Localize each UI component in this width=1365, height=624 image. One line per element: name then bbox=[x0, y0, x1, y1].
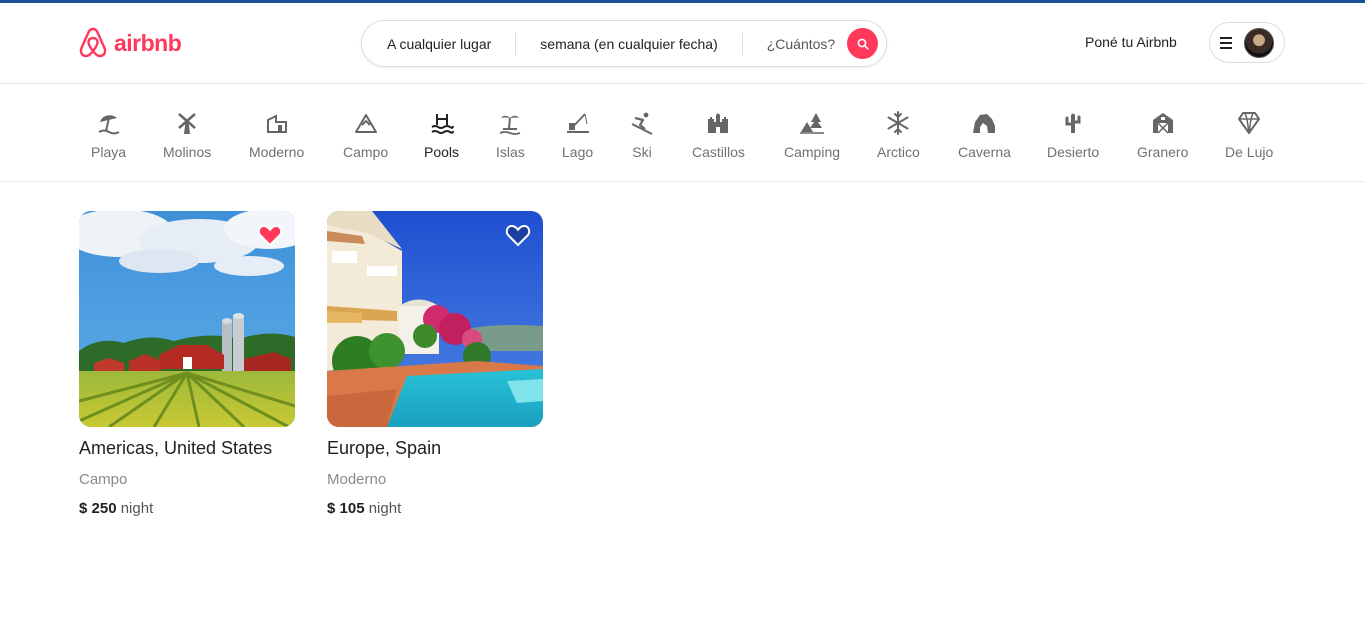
search-when[interactable]: semana (en cualquier fecha) bbox=[540, 36, 717, 52]
category-campo[interactable]: Campo bbox=[343, 110, 388, 160]
listing-card[interactable]: Americas, United States Campo $ 250 nigh… bbox=[79, 211, 295, 517]
category-pools[interactable]: Pools bbox=[424, 110, 459, 160]
listing-card[interactable]: Europe, Spain Moderno $ 105 night bbox=[327, 211, 543, 517]
category-islas[interactable]: Islas bbox=[496, 110, 525, 160]
camping-tent-icon bbox=[800, 113, 825, 134]
listing-price: $ 105 night bbox=[327, 500, 402, 517]
heart-filled-icon[interactable] bbox=[257, 223, 283, 247]
host-link[interactable]: Poné tu Airbnb bbox=[1085, 34, 1177, 50]
top-header: airbnb A cualquier lugar semana (en cual… bbox=[0, 3, 1365, 84]
heart-outline-icon[interactable] bbox=[505, 223, 531, 247]
mountain-icon bbox=[354, 114, 377, 133]
listing-price: $ 250 night bbox=[79, 500, 154, 517]
diamond-icon bbox=[1238, 112, 1261, 134]
modern-house-icon bbox=[266, 114, 287, 133]
barn-icon bbox=[1152, 113, 1173, 134]
listing-type: Moderno bbox=[327, 471, 387, 488]
listing-location: Americas, United States bbox=[79, 438, 273, 458]
farm-with-red-barns-photo[interactable] bbox=[79, 211, 295, 427]
category-de-lujo[interactable]: De Lujo bbox=[1225, 110, 1273, 160]
search-bar[interactable]: A cualquier lugar semana (en cualquier f… bbox=[361, 20, 887, 67]
snowflake-icon bbox=[887, 111, 909, 135]
cactus-icon bbox=[1065, 113, 1081, 133]
listing-location: Europe, Spain bbox=[327, 438, 442, 458]
airbnb-logo[interactable]: airbnb bbox=[78, 27, 182, 59]
cave-icon bbox=[973, 114, 996, 133]
category-bar: Playa Molinos Moderno Campo Pools Islas … bbox=[0, 84, 1365, 182]
category-molinos[interactable]: Molinos bbox=[163, 110, 211, 160]
skier-icon bbox=[631, 112, 653, 135]
category-ski[interactable]: Ski bbox=[629, 110, 655, 160]
search-button[interactable] bbox=[847, 28, 878, 59]
beach-umbrella-icon bbox=[98, 115, 120, 135]
palm-island-icon bbox=[500, 115, 521, 135]
search-icon bbox=[857, 38, 869, 50]
search-who[interactable]: ¿Cuántos? bbox=[767, 36, 835, 52]
brand-name: airbnb bbox=[114, 29, 182, 56]
category-arctico[interactable]: Arctico bbox=[877, 110, 920, 160]
search-where[interactable]: A cualquier lugar bbox=[387, 36, 491, 52]
category-moderno[interactable]: Moderno bbox=[249, 110, 304, 160]
category-granero[interactable]: Granero bbox=[1137, 110, 1188, 160]
castle-icon bbox=[708, 113, 729, 133]
user-menu-button[interactable] bbox=[1209, 22, 1285, 63]
airbnb-logo-icon bbox=[79, 27, 107, 58]
category-desierto[interactable]: Desierto bbox=[1047, 110, 1099, 160]
hamburger-icon bbox=[1220, 36, 1232, 49]
category-playa[interactable]: Playa bbox=[91, 110, 126, 160]
search-divider bbox=[741, 32, 743, 55]
category-caverna[interactable]: Caverna bbox=[958, 110, 1011, 160]
lake-fishing-icon bbox=[566, 113, 589, 133]
listing-type: Campo bbox=[79, 471, 128, 488]
avatar bbox=[1244, 27, 1274, 58]
category-lago[interactable]: Lago bbox=[562, 110, 593, 160]
category-castillos[interactable]: Castillos bbox=[692, 110, 745, 160]
category-camping[interactable]: Camping bbox=[784, 110, 840, 160]
search-divider bbox=[515, 32, 517, 55]
windmill-icon bbox=[178, 113, 196, 134]
spanish-villa-with-pool-photo[interactable] bbox=[327, 211, 543, 427]
pool-icon bbox=[430, 114, 454, 134]
